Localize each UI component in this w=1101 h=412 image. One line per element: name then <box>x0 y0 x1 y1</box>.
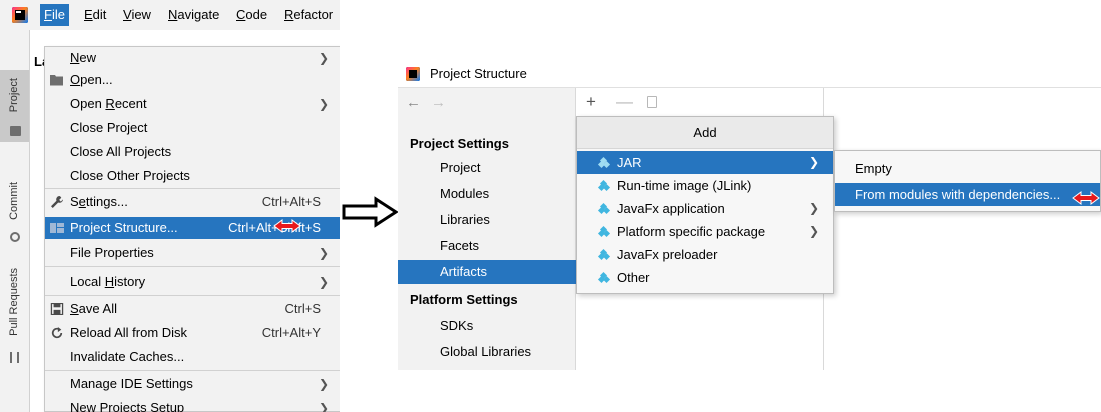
menu-view[interactable]: View <box>123 6 151 24</box>
back-arrow-icon[interactable]: ← <box>406 94 431 111</box>
sidebar-item-artifacts[interactable]: Artifacts <box>398 260 576 284</box>
folder-icon <box>10 126 21 136</box>
menu-item-reload-all-from-disk[interactable]: Reload All from Disk Ctrl+Alt+Y <box>45 322 340 344</box>
reload-icon <box>51 327 63 339</box>
platform-settings-header: Platform Settings <box>410 292 518 307</box>
artifact-icon <box>597 156 611 169</box>
menu-item-close-project[interactable]: Close Project <box>45 117 340 139</box>
menu-item-save-all[interactable]: Save All Ctrl+S <box>45 298 340 320</box>
artifact-icon <box>597 271 611 284</box>
annotation-cursor-icon <box>273 219 301 233</box>
sidebar-item-facets[interactable]: Facets <box>398 234 576 258</box>
menu-item-close-other-projects[interactable]: Close Other Projects <box>45 165 340 187</box>
project-settings-header: Project Settings <box>410 136 509 151</box>
popup-item-platform-specific-package[interactable]: Platform specific package ❯ <box>577 220 833 243</box>
copy-icon[interactable] <box>647 96 657 108</box>
popup-item-javafx-application[interactable]: JavaFx application ❯ <box>577 197 833 220</box>
popup-item-other[interactable]: Other <box>577 266 833 289</box>
forward-arrow-icon[interactable]: → <box>431 94 456 111</box>
tab-project[interactable]: Project <box>0 70 29 142</box>
artifact-icon <box>597 248 611 261</box>
dialog-title: Project Structure <box>430 66 527 81</box>
dialog-title-bar: Project Structure <box>398 58 1101 88</box>
chevron-right-icon: ❯ <box>808 201 819 215</box>
annotation-cursor-icon <box>1072 191 1100 205</box>
chevron-right-icon: ❯ <box>318 275 329 289</box>
menu-navigate[interactable]: Navigate <box>168 6 219 24</box>
menu-bar: File Edit View Navigate Code Refactor <box>0 0 340 30</box>
menu-code[interactable]: Code <box>236 6 267 24</box>
artifact-icon <box>597 202 611 215</box>
menu-separator <box>45 266 340 267</box>
chevron-right-icon: ❯ <box>318 51 329 65</box>
jar-submenu: Empty From modules with dependencies... <box>834 150 1101 212</box>
tab-pull-requests[interactable]: Pull Requests <box>0 266 29 366</box>
tool-window-strip: Project Commit Pull Requests <box>0 30 30 412</box>
intellij-logo-icon <box>12 7 28 23</box>
menu-separator <box>45 295 340 296</box>
chevron-right-icon: ❯ <box>318 377 329 391</box>
menu-item-open-recent[interactable]: Open Recent ❯ <box>45 93 340 115</box>
submenu-item-empty[interactable]: Empty <box>835 157 1100 180</box>
tab-project-label: Project <box>8 78 20 113</box>
menu-edit[interactable]: Edit <box>84 6 106 24</box>
sidebar-item-sdks[interactable]: SDKs <box>398 314 576 338</box>
chevron-right-icon: ❯ <box>808 155 819 169</box>
remove-icon[interactable]: — <box>616 92 633 112</box>
menu-item-close-all-projects[interactable]: Close All Projects <box>45 141 340 163</box>
project-structure-icon <box>50 223 64 233</box>
artifact-details-panel <box>825 88 1101 370</box>
tab-commit-label: Commit <box>8 182 20 220</box>
add-icon[interactable]: + <box>586 92 596 112</box>
chevron-right-icon: ❯ <box>318 246 329 260</box>
wrench-icon <box>51 196 63 208</box>
project-panel: Lab <box>30 30 57 412</box>
artifact-icon <box>597 225 611 238</box>
tab-commit[interactable]: Commit <box>0 180 29 252</box>
popup-item-jar[interactable]: JAR ❯ <box>577 151 833 174</box>
popup-header: Add <box>577 117 833 149</box>
dialog-sidebar: ←→ Project Settings Project Modules Libr… <box>398 88 576 370</box>
save-icon <box>50 303 64 315</box>
chevron-right-icon: ❯ <box>318 97 329 111</box>
ide-window: File Edit View Navigate Code Refactor Pr… <box>0 0 340 412</box>
menu-item-invalidate-caches[interactable]: Invalidate Caches... <box>45 346 340 368</box>
folder-open-icon <box>50 75 63 86</box>
popup-item-runtime-image[interactable]: Run-time image (JLink) <box>577 174 833 197</box>
project-structure-dialog: Project Structure ←→ Project Settings Pr… <box>398 58 1101 370</box>
sidebar-item-project[interactable]: Project <box>398 156 576 180</box>
sidebar-item-global-libraries[interactable]: Global Libraries <box>398 340 576 364</box>
menu-separator <box>45 370 340 371</box>
sidebar-item-libraries[interactable]: Libraries <box>398 208 576 232</box>
intellij-logo-icon <box>406 67 420 81</box>
menu-item-new-projects-setup[interactable]: New Projects Setup ❯ <box>45 397 340 412</box>
sidebar-item-modules[interactable]: Modules <box>398 182 576 206</box>
chevron-right-icon: ❯ <box>318 401 329 412</box>
artifact-icon <box>597 179 611 192</box>
menu-item-new[interactable]: New ❯ <box>45 47 340 69</box>
pull-request-icon <box>10 352 19 363</box>
tab-pull-requests-label: Pull Requests <box>8 268 20 336</box>
submenu-item-from-modules-with-dependencies[interactable]: From modules with dependencies... <box>835 183 1100 206</box>
commit-icon <box>10 232 20 242</box>
menu-item-manage-ide-settings[interactable]: Manage IDE Settings ❯ <box>45 373 340 395</box>
menu-separator <box>45 188 340 189</box>
chevron-right-icon: ❯ <box>808 224 819 238</box>
menu-item-settings[interactable]: Settings... Ctrl+Alt+S <box>45 191 340 213</box>
menu-file[interactable]: File <box>40 4 69 26</box>
menu-item-file-properties[interactable]: File Properties ❯ <box>45 242 340 264</box>
menu-refactor[interactable]: Refactor <box>284 6 333 24</box>
popup-item-javafx-preloader[interactable]: JavaFx preloader <box>577 243 833 266</box>
flow-arrow-icon <box>342 196 399 228</box>
menu-item-local-history[interactable]: Local History ❯ <box>45 271 340 293</box>
add-artifact-popup: Add JAR ❯ Run-time image (JLink) JavaFx … <box>576 116 834 294</box>
menu-item-open[interactable]: Open... <box>45 69 340 91</box>
